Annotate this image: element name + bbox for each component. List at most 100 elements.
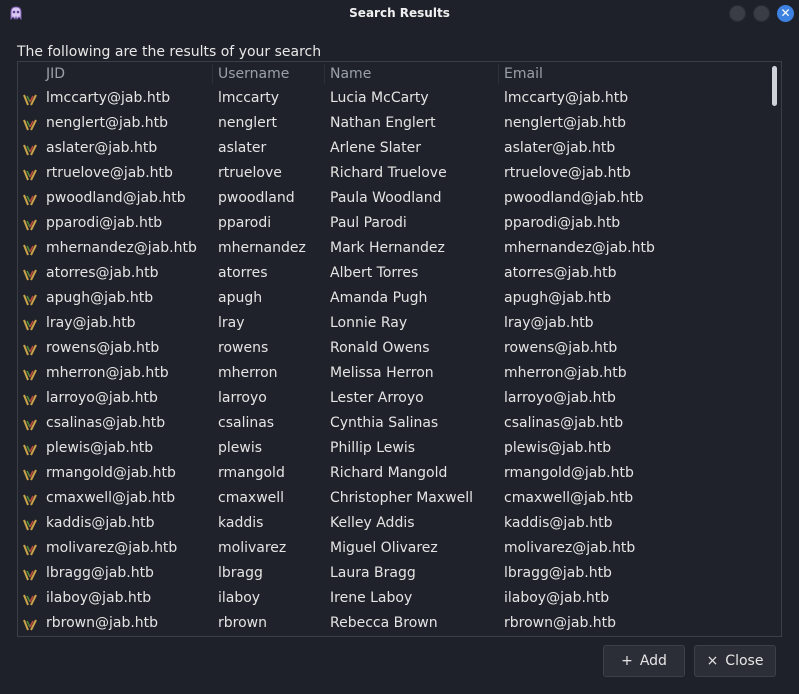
- cell-username: mhernandez: [218, 240, 306, 256]
- table-row[interactable]: rowens@jab.htb rowens Ronald Owens rowens@j…: [18, 336, 771, 361]
- cell-username: nenglert: [218, 115, 277, 131]
- cell-email: cmaxwell@jab.htb: [504, 490, 634, 506]
- cell-username: rowens: [218, 340, 269, 356]
- add-button[interactable]: + Add: [603, 645, 685, 677]
- add-button-label: Add: [639, 653, 667, 669]
- user-contact-icon: [23, 442, 37, 456]
- user-contact-icon: [23, 467, 37, 481]
- table-row[interactable]: kaddis@jab.htb kaddis Kelley Addis kaddis@j…: [18, 511, 771, 536]
- table-row[interactable]: plewis@jab.htb plewis Phillip Lewis plewis@…: [18, 436, 771, 461]
- user-contact-icon: [23, 292, 37, 306]
- cell-username: csalinas: [218, 415, 275, 431]
- cell-name: Paul Parodi: [330, 215, 407, 231]
- table-row[interactable]: rmangold@jab.htb rmangold Richard Mangold r…: [18, 461, 771, 486]
- cell-username: lbragg: [218, 565, 263, 581]
- column-header-email[interactable]: Email: [504, 66, 543, 82]
- cell-username: kaddis: [218, 515, 264, 531]
- cell-email: mherron@jab.htb: [504, 365, 627, 381]
- cell-name: Lester Arroyo: [330, 390, 424, 406]
- cell-name: Miguel Olivarez: [330, 540, 438, 556]
- cell-name: Lucia McCarty: [330, 90, 429, 106]
- cell-name: Ronald Owens: [330, 340, 430, 356]
- table-row[interactable]: rtruelove@jab.htb rtruelove Richard Truelo…: [18, 161, 771, 186]
- column-header-username[interactable]: Username: [218, 66, 289, 82]
- user-contact-icon: [23, 592, 37, 606]
- table-row[interactable]: nenglert@jab.htb nenglert Nathan Englert ne…: [18, 111, 771, 136]
- cell-name: Nathan Englert: [330, 115, 436, 131]
- cell-username: mherron: [218, 365, 278, 381]
- table-row[interactable]: cmaxwell@jab.htb cmaxwell Christopher Maxw…: [18, 486, 771, 511]
- cell-email: aslater@jab.htb: [504, 140, 616, 156]
- cell-jid: rmangold@jab.htb: [46, 465, 176, 481]
- cell-jid: ilaboy@jab.htb: [46, 590, 152, 606]
- column-header-name[interactable]: Name: [330, 66, 371, 82]
- table-row[interactable]: pparodi@jab.htb pparodi Paul Parodi pparodi…: [18, 211, 771, 236]
- table-row[interactable]: mherron@jab.htb mherron Melissa Herron mher…: [18, 361, 771, 386]
- minimize-button[interactable]: [729, 5, 746, 22]
- user-contact-icon: [23, 567, 37, 581]
- user-contact-icon: [23, 167, 37, 181]
- results-description: The following are the results of your se…: [17, 44, 322, 60]
- table-row[interactable]: atorres@jab.htb atorres Albert Torres atorr…: [18, 261, 771, 286]
- user-contact-icon: [23, 517, 37, 531]
- cell-name: Lonnie Ray: [330, 315, 408, 331]
- table-row[interactable]: mhernandez@jab.htb mhernandez Mark Hernand…: [18, 236, 771, 261]
- cell-jid: pwoodland@jab.htb: [46, 190, 186, 206]
- cell-username: larroyo: [218, 390, 267, 406]
- cell-jid: plewis@jab.htb: [46, 440, 154, 456]
- cell-email: nenglert@jab.htb: [504, 115, 627, 131]
- cell-jid: rtruelove@jab.htb: [46, 165, 173, 181]
- plus-icon: +: [621, 653, 633, 669]
- close-button[interactable]: × Close: [694, 645, 776, 677]
- table-row[interactable]: rbrown@jab.htb rbrown Rebecca Brown rbrown@…: [18, 611, 771, 636]
- cell-username: lray: [218, 315, 245, 331]
- table-row[interactable]: csalinas@jab.htb csalinas Cynthia Salinas c…: [18, 411, 771, 436]
- close-icon: ✕: [780, 6, 791, 20]
- cell-jid: larroyo@jab.htb: [46, 390, 158, 406]
- maximize-button[interactable]: [753, 5, 770, 22]
- table-row[interactable]: ilaboy@jab.htb ilaboy Irene Laboy ilaboy@ja…: [18, 586, 771, 611]
- cell-email: ilaboy@jab.htb: [504, 590, 610, 606]
- window-close-button[interactable]: ✕: [777, 5, 794, 22]
- cell-jid: rbrown@jab.htb: [46, 615, 159, 631]
- table-row[interactable]: lray@jab.htb lray Lonnie Ray lray@jab.htb: [18, 311, 771, 336]
- table-row[interactable]: lmccarty@jab.htb lmccarty Lucia McCarty lmc…: [18, 86, 771, 111]
- column-divider[interactable]: [498, 64, 499, 84]
- cell-name: Rebecca Brown: [330, 615, 438, 631]
- column-divider[interactable]: [324, 64, 325, 84]
- cell-name: Christopher Maxwell: [330, 490, 474, 506]
- cell-jid: aslater@jab.htb: [46, 140, 158, 156]
- cell-jid: lmccarty@jab.htb: [46, 90, 171, 106]
- user-contact-icon: [23, 142, 37, 156]
- user-contact-icon: [23, 342, 37, 356]
- cell-username: ilaboy: [218, 590, 261, 606]
- column-divider[interactable]: [212, 64, 213, 84]
- table-row[interactable]: lbragg@jab.htb lbragg Laura Bragg lbragg@ja…: [18, 561, 771, 586]
- user-contact-icon: [23, 317, 37, 331]
- cell-name: Arlene Slater: [330, 140, 421, 156]
- cell-email: apugh@jab.htb: [504, 290, 612, 306]
- cell-email: lmccarty@jab.htb: [504, 90, 629, 106]
- vertical-scrollbar[interactable]: [769, 62, 781, 636]
- scrollbar-thumb[interactable]: [772, 66, 777, 106]
- user-contact-icon: [23, 492, 37, 506]
- user-contact-icon: [23, 392, 37, 406]
- table-row[interactable]: apugh@jab.htb apugh Amanda Pugh apugh@jab.h…: [18, 286, 771, 311]
- table-row[interactable]: molivarez@jab.htb molivarez Miguel Olivare…: [18, 536, 771, 561]
- cell-email: pwoodland@jab.htb: [504, 190, 644, 206]
- cell-username: apugh: [218, 290, 263, 306]
- cell-email: rowens@jab.htb: [504, 340, 618, 356]
- cell-name: Melissa Herron: [330, 365, 434, 381]
- cell-jid: mhernandez@jab.htb: [46, 240, 197, 256]
- title-bar: Search Results ✕: [0, 0, 799, 27]
- table-row[interactable]: larroyo@jab.htb larroyo Lester Arroyo larro…: [18, 386, 771, 411]
- user-contact-icon: [23, 92, 37, 106]
- table-row[interactable]: aslater@jab.htb aslater Arlene Slater aslat…: [18, 136, 771, 161]
- cell-jid: kaddis@jab.htb: [46, 515, 155, 531]
- cell-jid: apugh@jab.htb: [46, 290, 154, 306]
- cell-email: lbragg@jab.htb: [504, 565, 612, 581]
- cell-email: atorres@jab.htb: [504, 265, 617, 281]
- cell-name: Mark Hernandez: [330, 240, 445, 256]
- table-row[interactable]: pwoodland@jab.htb pwoodland Paula Woodland…: [18, 186, 771, 211]
- column-header-jid[interactable]: JID: [46, 66, 65, 82]
